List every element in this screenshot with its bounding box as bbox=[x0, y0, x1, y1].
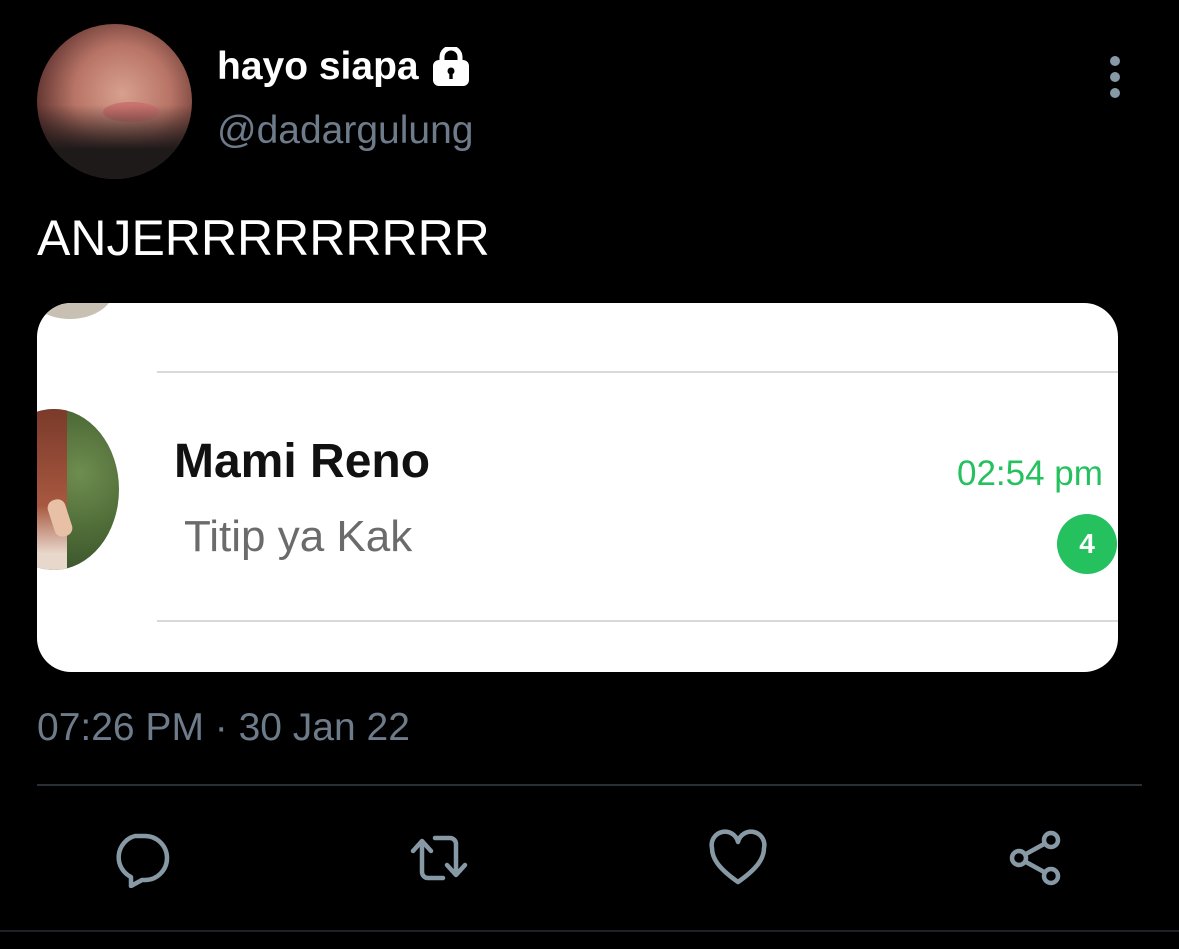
avatar[interactable] bbox=[37, 24, 192, 179]
more-options-icon[interactable] bbox=[1100, 52, 1130, 102]
reply-button[interactable] bbox=[111, 828, 171, 888]
tweet-text: ANJERRRRRRRRR bbox=[37, 210, 490, 266]
user-handle[interactable]: @dadargulung bbox=[217, 108, 473, 154]
lock-icon bbox=[431, 45, 471, 87]
display-name-row[interactable]: hayo siapa bbox=[217, 44, 471, 90]
chat-divider-top bbox=[157, 371, 1118, 373]
cropped-avatar-top bbox=[37, 303, 115, 319]
actions-divider bbox=[37, 784, 1142, 786]
chat-contact-avatar bbox=[37, 409, 119, 570]
chat-last-message: Titip ya Kak bbox=[184, 512, 413, 561]
tweet-timestamp[interactable]: 07:26 PM · 30 Jan 22 bbox=[37, 705, 410, 751]
unread-badge: 4 bbox=[1057, 514, 1117, 574]
like-button[interactable] bbox=[708, 828, 768, 888]
share-button[interactable] bbox=[1006, 828, 1066, 888]
retweet-button[interactable] bbox=[409, 828, 469, 888]
share-icon bbox=[1009, 830, 1061, 886]
tweet-media[interactable]: Mami Reno Titip ya Kak 02:54 pm 4 bbox=[37, 303, 1118, 672]
avatar-image-shade bbox=[37, 104, 192, 179]
reply-icon bbox=[116, 833, 170, 888]
chat-time: 02:54 pm bbox=[957, 454, 1103, 493]
chat-divider-bottom bbox=[157, 620, 1118, 622]
display-name[interactable]: hayo siapa bbox=[217, 44, 419, 90]
chat-contact-name: Mami Reno bbox=[174, 435, 431, 488]
retweet-icon bbox=[410, 835, 468, 881]
chat-avatar-hair bbox=[37, 409, 67, 570]
bottom-divider bbox=[0, 930, 1179, 932]
like-icon bbox=[709, 829, 767, 885]
